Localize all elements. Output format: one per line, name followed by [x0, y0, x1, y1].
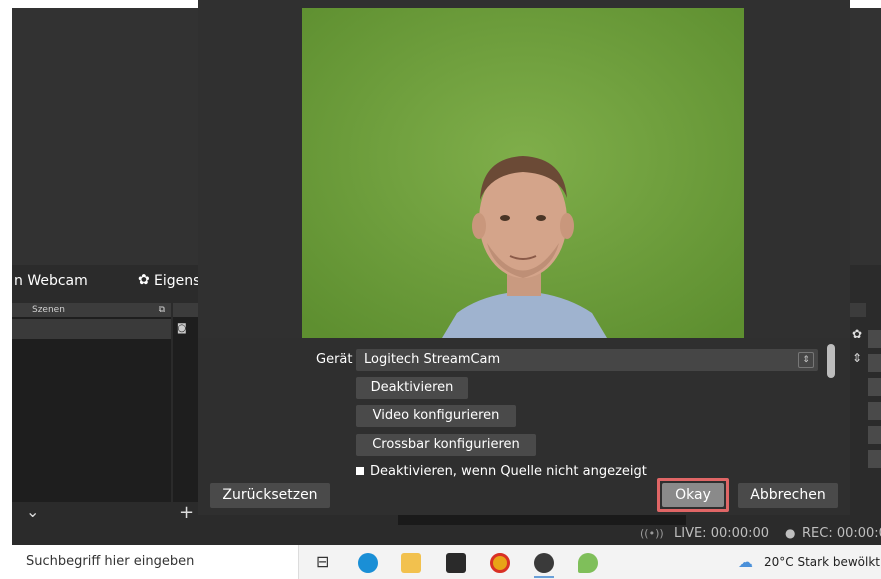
rec-timer: REC: 00:00:00	[802, 526, 881, 541]
scenes-header-label: Szenen	[32, 305, 65, 315]
right-button[interactable]	[868, 378, 881, 396]
properties-scrollbar[interactable]	[827, 344, 835, 378]
right-button[interactable]	[868, 402, 881, 420]
file-explorer-icon[interactable]	[401, 553, 421, 573]
right-buttons-column	[868, 330, 881, 470]
taskbar-search-box[interactable]: Suchbegriff hier eingeben	[0, 545, 299, 579]
controls-header	[850, 303, 866, 317]
tab-source-label: n Webcam	[14, 273, 88, 289]
scene-item[interactable]	[12, 319, 171, 339]
properties-panel: Gerät Logitech StreamCam ⇕ Deaktivieren …	[198, 338, 850, 478]
broadcast-icon: ((•))	[640, 527, 664, 540]
scenes-header: Szenen ⧉	[12, 303, 171, 317]
camera-icon: ◙	[177, 323, 187, 334]
cancel-button[interactable]: Abbrechen	[738, 483, 838, 508]
configure-crossbar-button[interactable]: Crossbar konfigurieren	[356, 434, 536, 456]
updown-icon[interactable]: ⇕	[852, 351, 862, 365]
deactivate-button[interactable]: Deaktivieren	[356, 377, 468, 399]
device-value: Logitech StreamCam	[364, 352, 501, 367]
edge-icon[interactable]	[358, 553, 378, 573]
right-button[interactable]	[868, 330, 881, 348]
configure-video-button[interactable]: Video konfigurieren	[356, 405, 516, 427]
sources-header	[173, 303, 198, 317]
obs-icon[interactable]	[534, 553, 554, 573]
ok-button[interactable]: Okay	[662, 483, 724, 507]
right-button[interactable]	[868, 426, 881, 444]
live-timer: LIVE: 00:00:00	[674, 526, 770, 541]
scenes-toolbar: ⌄	[12, 502, 171, 526]
right-button[interactable]	[868, 450, 881, 468]
gear-icon[interactable]: ✿	[852, 327, 862, 341]
chevron-down-icon[interactable]: ⌄	[26, 502, 39, 521]
dialog-button-bar: Zurücksetzen Okay Abbrechen	[198, 478, 850, 515]
obs-active-indicator	[534, 576, 554, 578]
webcam-image	[302, 8, 744, 338]
sources-list[interactable]: ◙	[173, 317, 198, 502]
taskbar-weather[interactable]: 20°C Stark bewölkt	[764, 555, 880, 569]
paint-icon[interactable]	[578, 553, 598, 573]
mail-icon[interactable]	[446, 553, 466, 573]
add-icon[interactable]: +	[179, 502, 194, 523]
sources-toolbar: +	[173, 502, 198, 526]
deactivate-hidden-label: Deaktivieren, wenn Quelle nicht angezeig…	[370, 464, 647, 478]
scenes-list[interactable]	[12, 317, 171, 502]
taskbar-search-placeholder: Suchbegriff hier eingeben	[26, 554, 195, 569]
task-view-icon[interactable]: ⊟	[316, 552, 329, 571]
gear-icon: ✿	[138, 272, 150, 288]
device-label: Gerät	[316, 352, 353, 367]
tab-source[interactable]: n Webcam	[12, 265, 130, 301]
tab-properties-label: Eigens	[154, 273, 201, 289]
dock-float-icon[interactable]: ⧉	[159, 303, 165, 317]
right-dock-tab	[850, 265, 881, 301]
right-button[interactable]	[868, 354, 881, 372]
reset-button[interactable]: Zurücksetzen	[210, 483, 330, 508]
record-dot-icon: ●	[785, 526, 796, 540]
deactivate-hidden-checkbox[interactable]	[356, 467, 364, 475]
webcam-preview	[302, 8, 744, 338]
weather-cloud-icon: ☁	[738, 553, 753, 571]
status-bar: ((•)) LIVE: 00:00:00 ● REC: 00:00:00	[12, 525, 881, 545]
controls-strip: ✿ ⇕	[850, 317, 866, 525]
chevron-updown-icon: ⇕	[798, 352, 814, 368]
chrome-icon[interactable]	[490, 553, 510, 573]
device-combobox[interactable]: Logitech StreamCam ⇕	[356, 349, 818, 371]
